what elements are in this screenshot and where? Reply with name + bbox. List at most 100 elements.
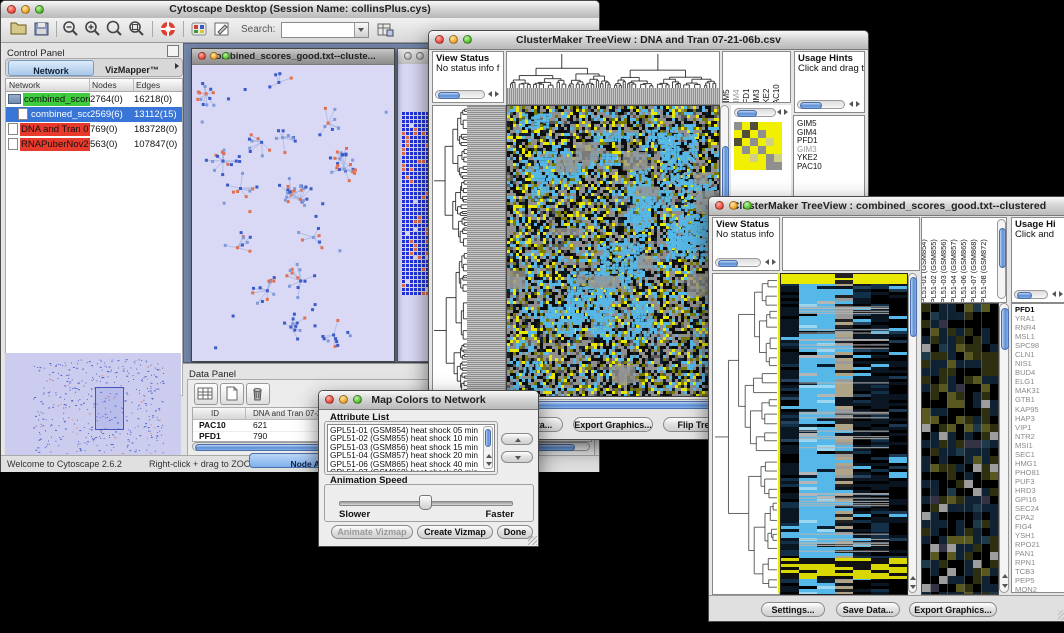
network-list-row[interactable]: combined_scores2764(0)16218(0) [6,92,182,107]
animate-vizmap-button[interactable]: Animate Vizmap [331,525,413,539]
attribute-list-item[interactable]: GPL51-07 (GSM868) heat shock 60 min [330,468,494,472]
network-table-header[interactable]: Network Nodes Edges [6,79,182,92]
tv2-gene-label: VIP1 [1015,423,1064,432]
control-panel-tabs: Network VizMapper™ [5,58,183,77]
close-icon[interactable] [404,52,412,60]
zoom-window-icon[interactable] [353,395,362,404]
search-input[interactable] [281,22,369,38]
move-up-button[interactable] [501,433,533,445]
network-list-row[interactable]: combined_sco2569(6)13112(15) [6,107,182,122]
move-down-button[interactable] [501,451,533,463]
minimize-icon[interactable] [729,201,738,210]
network-view-a-canvas[interactable] [192,65,392,360]
new-attribute-icon[interactable] [220,383,244,405]
tv1-heatmap[interactable] [506,105,720,397]
scroll-arrows-icon[interactable] [486,90,502,99]
scroll-down-icon[interactable] [910,585,916,589]
scroll-up-icon[interactable] [486,454,492,458]
birdseye-view[interactable] [5,353,181,459]
tv2-settings-button[interactable]: Settings... [761,602,825,617]
minimize-icon[interactable] [210,52,218,60]
scroll-arrows-icon[interactable] [1050,290,1064,299]
zoom-window-icon[interactable] [463,35,472,44]
close-icon[interactable] [435,35,444,44]
tv2-save-data-button[interactable]: Save Data... [836,602,900,617]
network-list-row[interactable]: DNA and Tran 07769(0)183728(0) [6,122,182,137]
minimize-icon[interactable] [21,5,30,14]
tv2-genes-vscrollbar[interactable] [999,303,1009,593]
tv1-column-label: GIM5 [722,89,731,103]
scroll-arrows-icon[interactable] [775,108,791,117]
scroll-up-icon[interactable] [1002,574,1008,578]
tv2-status-scrollbar[interactable] [715,258,761,267]
animation-speed-slider[interactable] [339,495,511,509]
search-dropdown-arrow-icon[interactable] [354,23,368,37]
treeview2-titlebar[interactable]: ClusterMaker TreeView : combined_scores_… [709,197,1064,216]
zoom-window-icon[interactable] [222,52,230,60]
scroll-arrows-icon[interactable] [763,258,779,267]
zoom-in-icon[interactable] [83,20,103,38]
tv2-gene-label: MAK31 [1015,386,1064,395]
tv2-row-dendrogram[interactable] [712,273,780,595]
tv2-export-graphics-button[interactable]: Export Graphics... [909,602,997,617]
annotation-icon[interactable] [212,20,232,38]
treeview1-titlebar[interactable]: ClusterMaker TreeView : DNA and Tran 07-… [429,31,868,50]
network-window-a-titlebar[interactable]: combined_scores_good.txt--cluste... [192,49,394,65]
close-icon[interactable] [7,5,16,14]
close-icon[interactable] [198,52,206,60]
tv2-gene-label: SPC98 [1015,341,1064,350]
create-vizmap-button[interactable]: Create Vizmap [417,525,493,539]
scroll-arrows-icon[interactable] [847,100,863,109]
scroll-down-icon[interactable] [1002,584,1008,588]
help-lifering-icon[interactable] [159,20,179,38]
attribute-list[interactable]: GPL51-01 (GSM854) heat shock 05 minGPL51… [327,424,495,472]
tv1-mini-heatmap[interactable] [734,122,782,170]
tv1-column-dendrogram[interactable] [506,51,720,105]
attribute-list-scrollbar[interactable] [483,426,493,469]
resize-grip-icon[interactable] [528,536,537,545]
tv1-row-dendrogram[interactable] [432,105,506,397]
zoom-fit-icon[interactable] [127,20,147,38]
network-list-row[interactable]: RNAPuberNov2+563(0)107847(0) [6,137,182,152]
zoom-selected-icon[interactable] [105,20,125,38]
scroll-up-icon[interactable] [910,576,916,580]
delete-attribute-trash-icon[interactable] [246,383,270,405]
tv1-export-graphics-button[interactable]: Export Graphics... [573,417,653,432]
tv2-zoom-heatmap[interactable] [921,303,999,595]
close-icon[interactable] [325,395,334,404]
zoom-out-icon[interactable] [61,20,81,38]
tv2-column-tree-panel[interactable] [782,217,920,271]
tv2-gene-label: YSH1 [1015,531,1064,540]
tv2-collabels-vscrollbar[interactable] [997,219,1006,299]
window-controls[interactable] [7,5,47,15]
tv1-zoom-scrollbar[interactable] [734,108,776,117]
tab-overflow-arrow-icon[interactable] [175,63,179,69]
tv2-heatmap[interactable] [780,273,908,595]
float-panel-icon[interactable] [167,45,179,57]
map-dialog-titlebar[interactable]: Map Colors to Network [319,391,538,410]
resize-grip-icon[interactable] [1058,610,1064,620]
vizmapper-icon[interactable] [189,20,209,38]
tv1-usage-scrollbar[interactable] [797,100,845,109]
tab-vizmapper[interactable]: VizMapper™ [96,60,168,74]
tv2-heatmap-vscrollbar[interactable] [908,273,917,593]
slider-thumb[interactable] [419,495,432,510]
tv2-usage-scrollbar[interactable] [1014,290,1048,299]
save-icon[interactable] [32,20,52,38]
attribute-browser-icon[interactable] [375,20,395,38]
main-window-title: Cytoscape Desktop (Session Name: collins… [169,3,430,15]
tv2-view-status-panel: View Status No status info [712,217,780,271]
close-icon[interactable] [715,201,724,210]
minimize-icon[interactable] [449,35,458,44]
scroll-down-icon[interactable] [486,462,492,466]
tab-network[interactable]: Network [8,60,94,76]
table-view-icon[interactable] [194,383,218,405]
zoom-window-icon[interactable] [35,5,44,14]
tv1-status-scrollbar[interactable] [435,90,485,99]
zoom-window-icon[interactable] [743,201,752,210]
minimize-icon[interactable] [339,395,348,404]
minimize-icon[interactable] [416,52,424,60]
network-window-a[interactable]: combined_scores_good.txt--cluste... [191,48,395,362]
open-file-icon[interactable] [9,20,29,38]
main-title-bar[interactable]: Cytoscape Desktop (Session Name: collins… [1,1,599,19]
